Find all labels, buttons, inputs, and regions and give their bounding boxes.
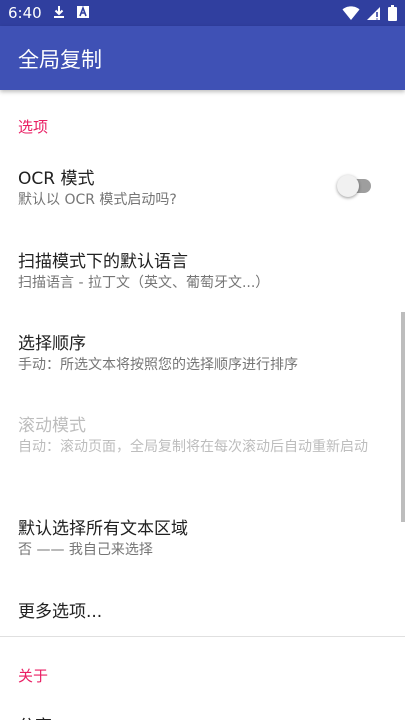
signal-icon [367, 6, 380, 20]
battery-icon [388, 5, 397, 21]
pref-scan-language-title: 扫描模式下的默认语言 [18, 252, 188, 272]
pref-ocr-mode[interactable]: OCR 模式 默认以 OCR 模式启动吗? [0, 152, 405, 222]
status-time: 6:40 [8, 4, 42, 22]
pref-select-all-text-summary: 否 —— 我自己来选择 [18, 542, 153, 558]
pref-selection-order-title: 选择顺序 [18, 334, 86, 354]
settings-list: 选项 OCR 模式 默认以 OCR 模式启动吗? 扫描模式下的默认语言 扫描语言… [0, 90, 405, 720]
status-icons [342, 4, 397, 22]
pref-more-options-title: 更多选项... [18, 602, 103, 622]
wifi-icon [342, 5, 360, 20]
pref-select-all-text[interactable]: 默认选择所有文本区域 否 —— 我自己来选择 [0, 503, 405, 573]
category-about-header: 关于 [18, 667, 49, 685]
notification-a-icon [77, 5, 89, 18]
section-divider [0, 636, 405, 637]
app-title: 全局复制 [18, 48, 102, 72]
pref-selection-order[interactable]: 选择顺序 手动：所选文本将按照您的选择顺序进行排序 [0, 318, 405, 388]
category-options-header: 选项 [18, 118, 49, 136]
pref-scroll-mode-title: 滚动模式 [18, 416, 86, 436]
pref-scan-language[interactable]: 扫描模式下的默认语言 扫描语言 - 拉丁文（英文、葡萄牙文...） [0, 236, 405, 306]
switch-thumb [337, 175, 359, 197]
pref-ocr-mode-title: OCR 模式 [18, 169, 95, 189]
status-bar: 6:40 [0, 0, 405, 26]
pref-selection-order-summary: 手动：所选文本将按照您的选择顺序进行排序 [18, 357, 298, 373]
pref-select-all-text-title: 默认选择所有文本区域 [18, 519, 188, 539]
pref-scroll-mode: 滚动模式 自动：滚动页面，全局复制将在每次滚动后自动重新启动 [0, 400, 405, 488]
ocr-mode-switch[interactable] [337, 170, 375, 200]
scrollbar[interactable] [401, 312, 405, 522]
download-icon [54, 6, 64, 18]
pref-share-title: 分享 [18, 712, 52, 720]
pref-scan-language-summary: 扫描语言 - 拉丁文（英文、葡萄牙文...） [18, 275, 270, 291]
pref-more-options[interactable]: 更多选项... [0, 584, 405, 634]
pref-ocr-mode-summary: 默认以 OCR 模式启动吗? [18, 192, 177, 208]
app-bar: 全局复制 [0, 26, 405, 90]
pref-share[interactable]: 分享 [0, 702, 405, 720]
pref-scroll-mode-summary: 自动：滚动页面，全局复制将在每次滚动后自动重新启动 [18, 439, 368, 455]
